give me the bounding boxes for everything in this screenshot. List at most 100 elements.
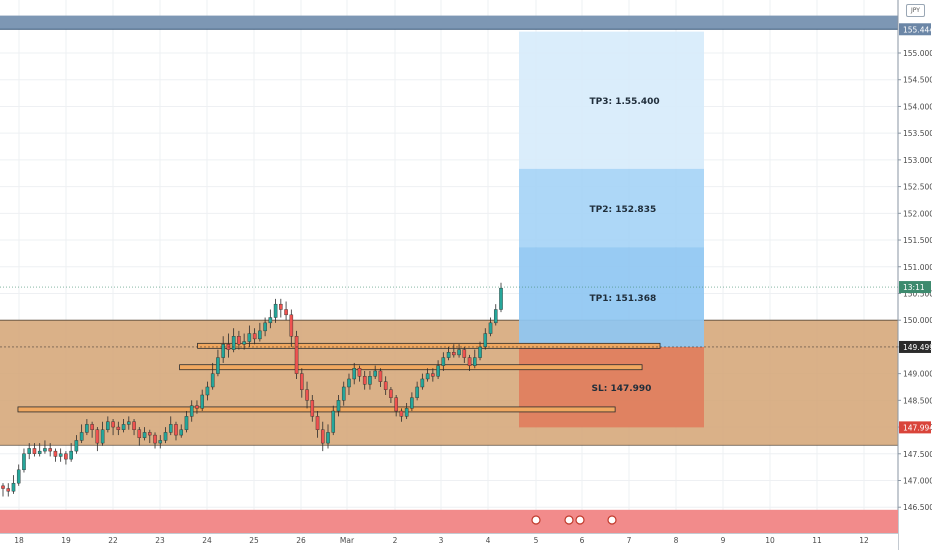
x-axis-panel xyxy=(0,533,898,550)
candle-body xyxy=(305,389,309,401)
event-marker-icon[interactable] xyxy=(564,515,574,525)
candle-body xyxy=(1,485,5,489)
candle-body xyxy=(493,309,498,324)
candle-body xyxy=(153,434,157,444)
y-tick-label: 147.500 xyxy=(903,450,932,459)
x-tick-label: 5 xyxy=(534,536,539,545)
y-tick-label: 151.500 xyxy=(903,236,932,245)
candle-body xyxy=(431,373,435,377)
candle-body xyxy=(142,432,147,438)
candle-body xyxy=(106,421,110,430)
candle-body xyxy=(27,448,31,454)
candle-body xyxy=(263,322,267,332)
candle-body xyxy=(184,416,189,430)
candle-body xyxy=(132,421,136,430)
candle-body xyxy=(383,381,388,390)
level-bar-2 xyxy=(179,364,643,371)
candle-body xyxy=(221,344,225,358)
candle-body xyxy=(410,397,414,409)
y-tick-label: 152.500 xyxy=(903,183,932,192)
bottom-band-overlay xyxy=(0,509,898,533)
candle-body xyxy=(127,421,131,425)
currency-badge[interactable]: JPY xyxy=(906,4,925,17)
candle-body xyxy=(373,370,377,377)
candle-body xyxy=(247,333,252,342)
candle-body xyxy=(74,440,79,452)
candle-body xyxy=(168,424,173,433)
candle-body xyxy=(189,405,194,417)
y-tick-label: 154.000 xyxy=(903,102,932,111)
candle-body xyxy=(320,429,325,444)
candle-body xyxy=(378,370,383,382)
candle-body xyxy=(483,333,488,348)
candle-body xyxy=(111,421,115,428)
x-tick-label: 4 xyxy=(486,536,491,545)
candle-body xyxy=(69,450,73,460)
candle-body xyxy=(467,357,472,366)
candle-body xyxy=(121,424,126,430)
x-tick-label: 2 xyxy=(393,536,398,545)
candle-body xyxy=(137,429,142,438)
y-tick-label: 153.500 xyxy=(903,129,932,138)
candle-body xyxy=(237,336,241,345)
candle-body xyxy=(179,429,184,436)
candle-body xyxy=(452,352,456,356)
candle-body xyxy=(37,450,42,454)
y-tick-label: 155.000 xyxy=(903,49,932,58)
candle-body xyxy=(389,389,393,398)
candle-body xyxy=(195,405,199,409)
candle-body xyxy=(473,357,477,366)
x-tick-label: 24 xyxy=(202,536,212,545)
candle-body xyxy=(64,453,68,460)
chart-background xyxy=(0,0,932,550)
y-tick-label: 150.000 xyxy=(903,316,932,325)
x-tick-label: Mar xyxy=(340,536,355,545)
level-bar-1 xyxy=(197,342,661,349)
y-tick-label: 153.000 xyxy=(903,156,932,165)
candle-body xyxy=(446,352,451,358)
candle-body xyxy=(436,365,440,377)
candle-body xyxy=(58,453,63,457)
candle-body xyxy=(100,429,105,444)
level-bar-3 xyxy=(17,406,616,413)
candle-body xyxy=(200,394,204,409)
candle-body xyxy=(216,357,220,374)
candle-body xyxy=(48,448,52,452)
target-label-2: TP2: 152.835 xyxy=(590,205,657,215)
candle-body xyxy=(95,429,100,444)
target-label-1: TP1: 151.368 xyxy=(590,294,657,304)
x-tick-label: 12 xyxy=(859,536,869,545)
candle-body xyxy=(310,400,315,417)
candle-body xyxy=(341,386,346,401)
candle-body xyxy=(404,408,409,417)
candle-body xyxy=(294,336,299,374)
stop-label: SL: 147.990 xyxy=(592,384,652,394)
x-tick-label: 9 xyxy=(721,536,726,545)
candle-body xyxy=(368,376,372,385)
candle-body xyxy=(462,349,467,358)
candle-body xyxy=(300,373,304,390)
price-chart[interactable]: TP1: 151.368 TP2: 152.835 TP3: 1.55.400 SL:… xyxy=(0,0,932,550)
event-marker-icon[interactable] xyxy=(531,515,541,525)
event-marker-icon[interactable] xyxy=(607,515,617,525)
candle-body xyxy=(90,424,94,430)
candle-body xyxy=(331,410,336,433)
candle-body xyxy=(289,314,294,337)
x-tick-label: 26 xyxy=(296,536,306,545)
supply-top-band xyxy=(0,15,898,30)
event-marker-icon[interactable] xyxy=(575,515,585,525)
candle-body xyxy=(252,333,257,340)
candle-body xyxy=(53,450,58,457)
candle-body xyxy=(148,432,152,436)
candle-body xyxy=(16,469,21,484)
y-tick-label: 149.000 xyxy=(903,370,932,379)
candle-body xyxy=(79,432,84,441)
candle-body xyxy=(174,424,178,436)
x-tick-label: 25 xyxy=(249,536,259,545)
candle-body xyxy=(22,453,26,471)
x-tick-label: 18 xyxy=(14,536,24,545)
x-tick-label: 11 xyxy=(812,536,822,545)
x-tick-label: 10 xyxy=(765,536,775,545)
x-tick-label: 23 xyxy=(155,536,165,545)
price-marker-label: 149.499 xyxy=(903,343,932,352)
